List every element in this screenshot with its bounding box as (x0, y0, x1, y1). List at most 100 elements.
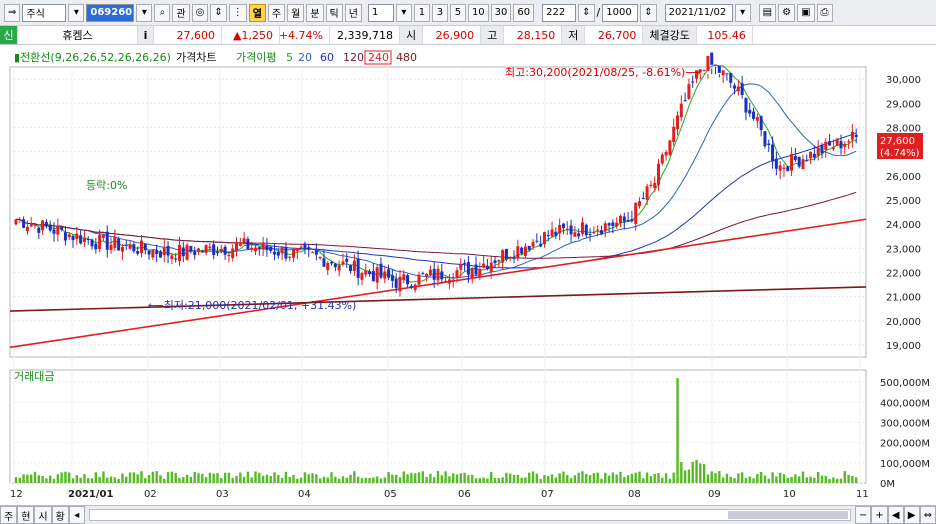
legend-ma-label[interactable]: 가격이평 (236, 51, 276, 64)
legend-ma240[interactable]: 240 (368, 51, 389, 64)
volume-bar (109, 476, 113, 483)
candle-body (101, 234, 105, 238)
candle-body (592, 232, 596, 234)
date-dropdown-icon[interactable]: ▾ (734, 3, 751, 22)
candle-body (512, 257, 516, 259)
legend-ma120[interactable]: 120 (343, 51, 364, 64)
candle-body (368, 271, 372, 275)
legend-ma60[interactable]: 60 (320, 51, 334, 64)
chart-layout-icon[interactable]: ▤ (758, 3, 777, 22)
zoom-out-icon[interactable]: − (854, 506, 872, 524)
candle-body (185, 244, 189, 260)
market-select[interactable]: 주식 (22, 3, 67, 22)
market-dropdown-icon[interactable]: ▾ (68, 3, 85, 22)
price-tick-label: 22,000 (886, 268, 921, 279)
updown-icon[interactable]: ⇕ (210, 3, 227, 22)
zoom-in-icon[interactable]: + (871, 506, 888, 524)
period-day-button[interactable]: 열 (248, 3, 266, 22)
volume-bar (828, 478, 831, 483)
volume-bar (425, 476, 428, 483)
candle-body (413, 284, 417, 291)
candle-body (622, 216, 626, 222)
volume-bar (379, 478, 383, 483)
volume-bar (18, 477, 22, 483)
related-button[interactable]: 관 (172, 3, 190, 22)
chart-area[interactable]: 30,00029,00028,00027,00026,00025,00024,0… (0, 45, 936, 524)
legend-ma5[interactable]: 5 (286, 51, 293, 64)
legend-ma20[interactable]: 20 (298, 51, 312, 64)
candle-body (767, 143, 771, 146)
legend-price-chart[interactable]: 가격차트 (176, 51, 216, 64)
candle-body (504, 248, 508, 260)
volume-bar (330, 472, 333, 483)
bottom-tab-current[interactable]: 현 (17, 506, 35, 524)
period-month-button[interactable]: 월 (287, 3, 305, 22)
code-dropdown-icon[interactable]: ▾ (136, 3, 153, 22)
candle-body (790, 153, 794, 171)
candle-body (235, 243, 239, 251)
volume-bar (657, 472, 660, 483)
volume-bar (775, 476, 778, 483)
period-week-button[interactable]: 주 (267, 3, 286, 22)
interval-30-button[interactable]: 30 (490, 3, 512, 22)
volume-bar (771, 472, 774, 483)
date-input[interactable]: 2021/11/02 (664, 3, 733, 22)
interval-input[interactable]: 1 (367, 3, 394, 22)
volume-bar (493, 477, 497, 483)
total-spin-icon[interactable]: ⇕ (640, 3, 657, 22)
volume-bar (406, 474, 409, 483)
bottom-tab-week[interactable]: 주 (0, 506, 18, 524)
candle-body (474, 264, 478, 275)
total-input[interactable]: 1000 (602, 3, 639, 22)
volume-bar (318, 478, 322, 483)
price-chart-svg[interactable]: 30,00029,00028,00027,00026,00025,00024,0… (0, 45, 936, 505)
interval-60-button[interactable]: 60 (513, 3, 535, 22)
fit-icon[interactable]: ⇔ (919, 506, 936, 524)
volume-bar (630, 473, 634, 483)
search-icon[interactable]: ⌕ (154, 3, 171, 22)
volume-bar (440, 475, 444, 483)
volume-bar (235, 475, 238, 483)
chart-settings-icon[interactable]: ⚙ (778, 3, 796, 22)
scroll-end-icon[interactable]: ▶ (903, 506, 920, 524)
stock-name[interactable]: 휴켐스 (18, 26, 138, 44)
candle-body (489, 262, 493, 272)
scroll-thumb[interactable] (727, 511, 848, 519)
volume-legend[interactable]: 거래대금 (14, 370, 54, 383)
horizontal-scrollbar[interactable] (88, 509, 851, 521)
link-icon[interactable]: ◎ (191, 3, 209, 22)
count-input[interactable]: 222 (542, 3, 577, 22)
interval-3-button[interactable]: 3 (431, 3, 448, 22)
info-button[interactable]: i (138, 26, 154, 44)
bottom-tab-status[interactable]: 황 (51, 506, 69, 524)
candle-body (193, 251, 197, 256)
print-icon[interactable]: ⎙ (816, 3, 833, 22)
volume-bar (471, 474, 474, 483)
scroll-start-icon[interactable]: ◀ (887, 506, 904, 524)
date-tick-label: 05 (384, 489, 397, 500)
high-label: 고 (481, 26, 505, 44)
period-tick-button[interactable]: 틱 (325, 3, 343, 22)
volume-bar (140, 471, 143, 483)
bottom-tab-market[interactable]: 시 (34, 506, 52, 524)
low-label: 저 (562, 26, 586, 44)
volume-bar (98, 476, 101, 483)
period-year-button[interactable]: 년 (344, 3, 362, 22)
settings-gear-icon[interactable]: ⋮ (228, 3, 247, 22)
interval-1-button[interactable]: 1 (413, 3, 430, 22)
volume-bar (90, 478, 94, 483)
volume-bar (596, 472, 599, 483)
stock-code-input[interactable]: 069260 (86, 3, 135, 22)
interval-10-button[interactable]: 10 (467, 3, 489, 22)
volume-bar (387, 472, 390, 483)
legend-ichimoku[interactable]: ▮전환선(9,26,26,52,26,26,26) (14, 51, 171, 64)
menu-icon[interactable]: ⇒ (4, 3, 21, 22)
legend-ma480[interactable]: 480 (396, 51, 417, 64)
save-icon[interactable]: ▣ (797, 3, 815, 22)
scroll-left-icon[interactable]: ◂ (68, 506, 85, 524)
period-minute-button[interactable]: 분 (306, 3, 324, 22)
interval-dropdown-icon[interactable]: ▾ (395, 3, 412, 22)
interval-5-button[interactable]: 5 (449, 3, 466, 22)
volume-bar (668, 478, 672, 483)
count-spin-icon[interactable]: ⇕ (578, 3, 595, 22)
